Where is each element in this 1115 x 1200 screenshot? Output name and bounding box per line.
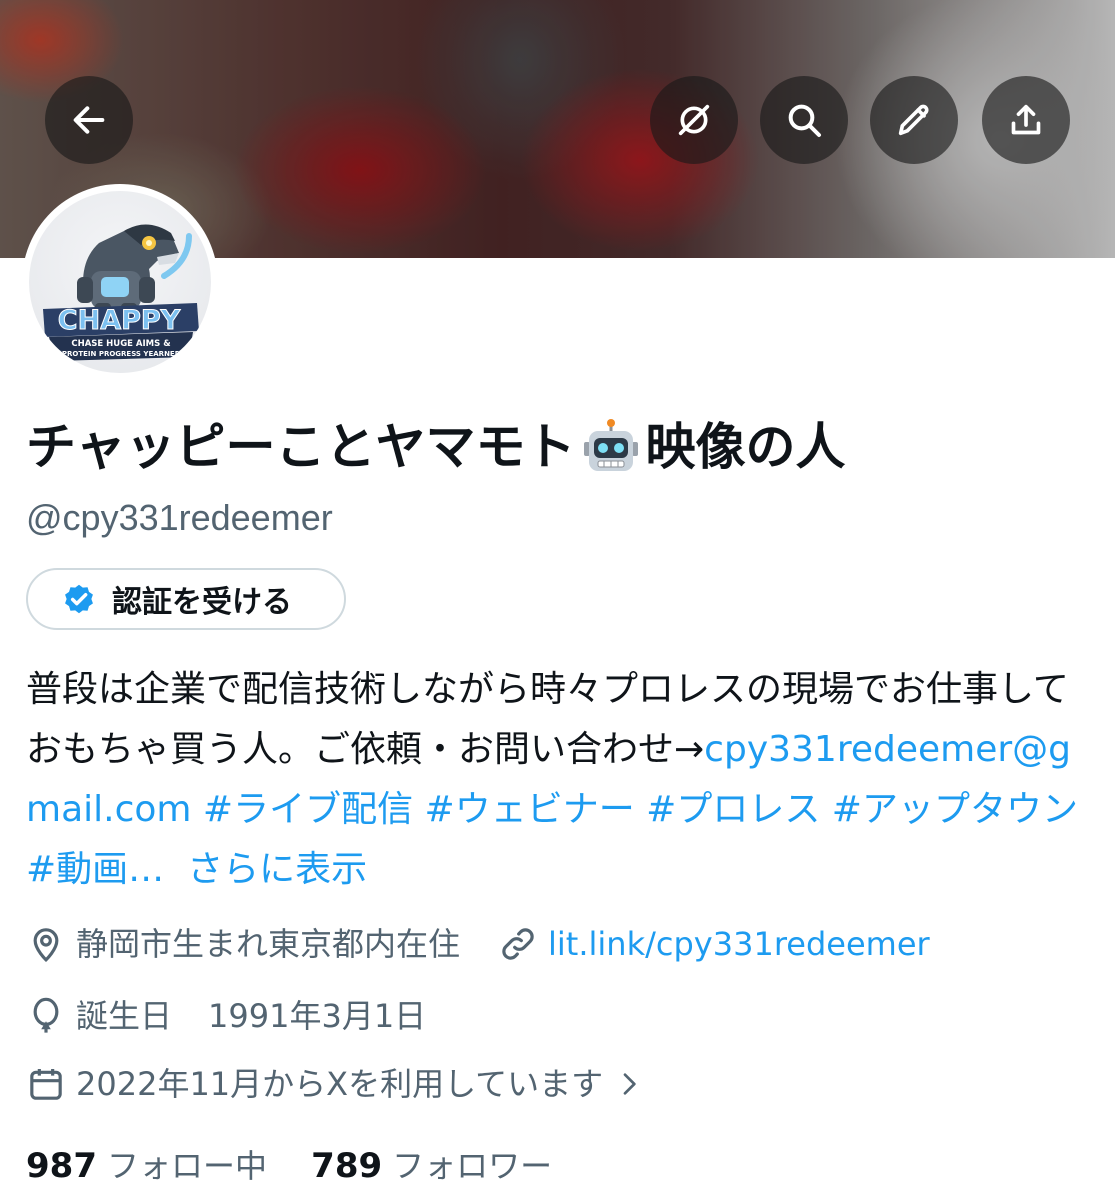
display-name-suffix: 映像の人 [645,418,846,476]
show-more-link[interactable]: さらに表示 [187,849,367,890]
website-link[interactable]: lit.link/cpy331redeemer [548,922,930,966]
no-repost-icon [678,104,710,136]
link-icon [502,928,534,960]
robot-face-icon [582,418,640,476]
balloon-icon [33,997,59,1033]
chevron-right-icon [623,1073,636,1095]
display-name: チャッピーことヤマモト 映像の人 [26,412,846,482]
profile-bio: 普段は企業で配信技術しながら時々プロレスの現場でお仕事しておもちゃ買う人。ご依頼… [26,660,1096,900]
avatar[interactable]: CHAPPY CHASE HUGE AIMS & PROTEIN PROGRES… [22,184,218,380]
profile-location-row: 静岡市生まれ東京都内在住 lit.link/cpy331redeemer [26,922,930,966]
hashtag-link[interactable]: #動画… [26,849,164,890]
following-count: 987 [26,1146,97,1186]
logo-title: CHAPPY [58,305,181,336]
birthday-text: 1991年3月1日 [208,997,427,1035]
birthday-label: 誕生日 [76,997,173,1035]
chappy-logo: CHAPPY CHASE HUGE AIMS & PROTEIN PROGRES… [43,224,199,361]
arrow-left-icon [73,106,105,134]
hashtag-link[interactable]: #アップタウン [832,789,1078,830]
following-link[interactable]: 987 フォロー中 [26,1146,267,1186]
hashtag-link[interactable]: #ライブ配信 [203,789,413,830]
location-text: 静岡市生まれ東京都内在住 [76,925,461,963]
display-name-text: チャッピーことヤマモト [26,418,576,476]
hashtag-link[interactable]: #プロレス [646,789,820,830]
back-button[interactable] [45,76,133,164]
get-verified-label: 認証を受ける [112,585,292,620]
joined-text: 2022年11月からXを利用しています [76,1065,604,1103]
mute-reposts-button[interactable] [650,76,738,164]
get-verified-button[interactable]: 認証を受ける [26,568,346,630]
user-handle: @cpy331redeemer [26,497,333,538]
search-button[interactable] [760,76,848,164]
following-label: フォロー中 [106,1147,267,1185]
verified-badge-icon [65,584,93,614]
logo-subtitle-2: PROTEIN PROGRESS YEARNER [62,350,181,358]
edit-button[interactable] [870,76,958,164]
avatar-image: CHAPPY CHASE HUGE AIMS & PROTEIN PROGRES… [29,191,211,373]
share-button[interactable] [982,76,1070,164]
logo-subtitle-1: CHASE HUGE AIMS & [71,339,171,349]
followers-link[interactable]: 789 フォロワー [311,1146,553,1186]
share-icon [1011,104,1041,135]
followers-label: フォロワー [392,1147,553,1185]
location-pin-icon [33,928,59,963]
search-icon [788,104,821,137]
hashtag-link[interactable]: #ウェビナー [425,789,635,830]
profile-joined-row[interactable]: 2022年11月からXを利用しています [26,1062,655,1106]
edit-icon [898,104,929,136]
calendar-icon [30,1069,62,1100]
followers-count: 789 [311,1146,383,1186]
follow-stats: 987 フォロー中 789 フォロワー [26,1144,552,1188]
profile-birthday-row: 誕生日 1991年3月1日 [26,994,426,1038]
